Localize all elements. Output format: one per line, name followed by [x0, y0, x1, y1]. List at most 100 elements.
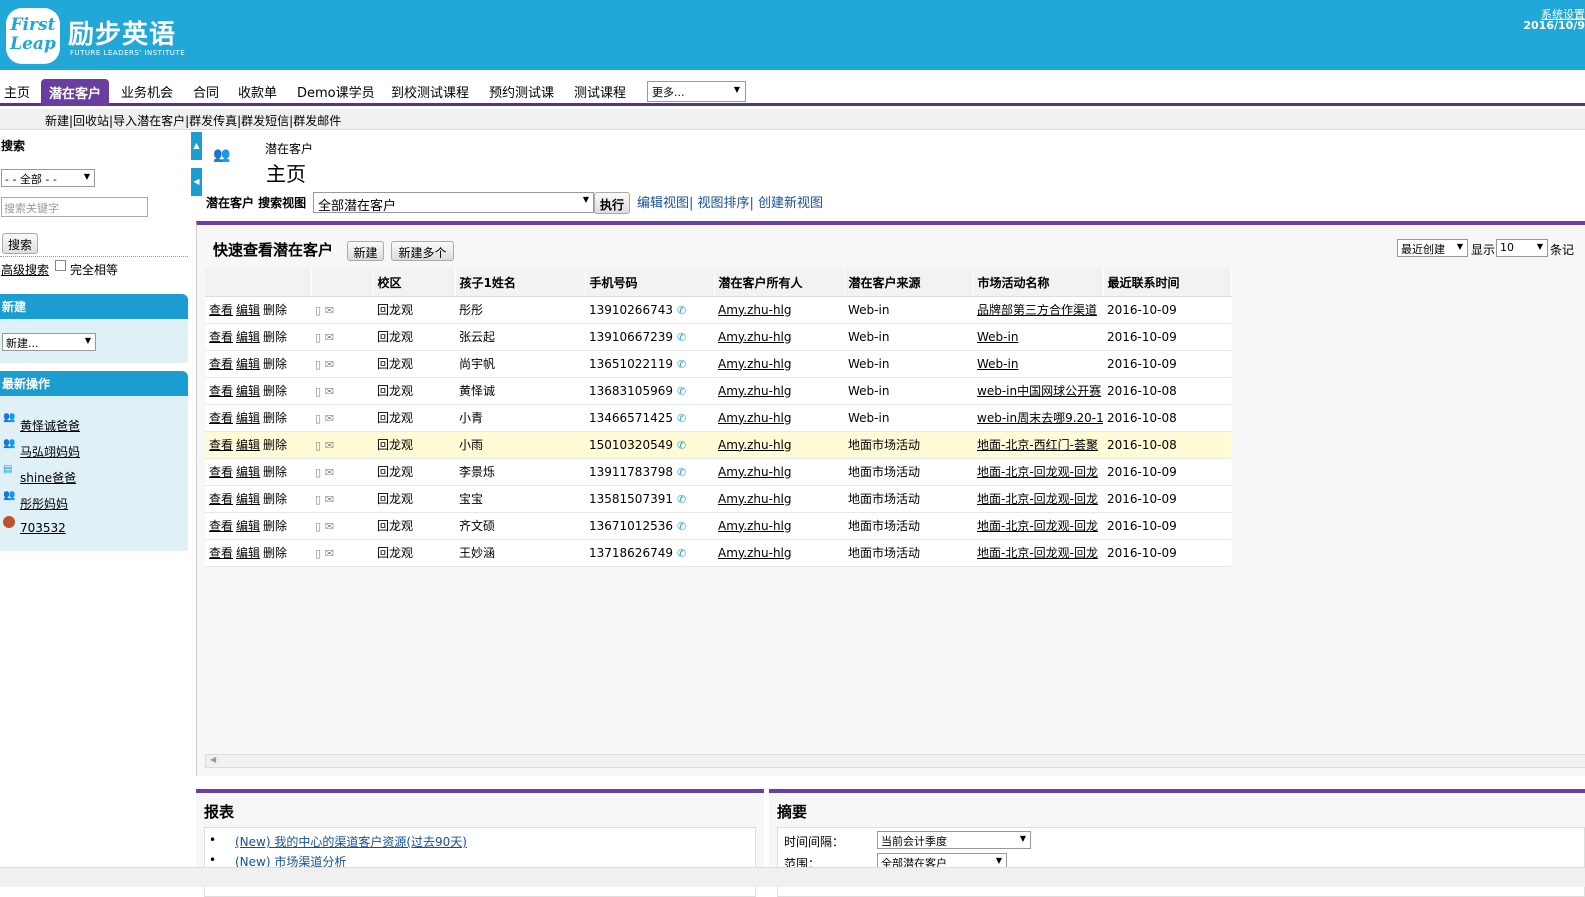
view-link[interactable]: 查看: [209, 465, 233, 479]
sms-icon[interactable]: ▯: [315, 520, 321, 533]
edit-link[interactable]: 编辑: [236, 546, 260, 560]
collapse-up-icon[interactable]: ▲: [191, 132, 202, 160]
email-icon[interactable]: ✉: [325, 358, 334, 371]
more-tabs-select[interactable]: 更多...: [647, 81, 746, 102]
email-icon[interactable]: ✉: [325, 385, 334, 398]
col-campus[interactable]: 校区: [373, 269, 456, 297]
tab-demo-students[interactable]: Demo课学员: [297, 82, 375, 101]
email-icon[interactable]: ✉: [325, 331, 334, 344]
view-link[interactable]: 查看: [209, 411, 233, 425]
sms-icon[interactable]: ▯: [315, 304, 321, 317]
col-source[interactable]: 潜在客户来源: [844, 269, 974, 297]
call-icon[interactable]: ✆: [677, 304, 686, 317]
view-link[interactable]: 查看: [209, 519, 233, 533]
report-link[interactable]: (New) 我的中心的渠道客户资源(过去90天): [235, 833, 467, 850]
campaign-link[interactable]: Web-in: [977, 330, 1018, 344]
table-row[interactable]: 查看 编辑 删除 ▯ ✉ 回龙观 齐文硕 13671012536 ✆ Amy.zhu-hlg 地面…: [205, 512, 1231, 540]
owner-link[interactable]: Amy.zhu-hlg: [718, 303, 792, 317]
execute-button[interactable]: 执行: [594, 192, 630, 214]
subnav-links[interactable]: 新建|回收站|导入潜在客户|群发传真|群发短信|群发邮件: [45, 112, 341, 129]
call-icon[interactable]: ✆: [677, 466, 686, 479]
search-scope-select[interactable]: - - 全部 - -: [1, 169, 95, 187]
edit-link[interactable]: 编辑: [236, 357, 260, 371]
call-icon[interactable]: ✆: [677, 439, 686, 452]
campaign-link[interactable]: web-in周末去哪9.20-1: [977, 411, 1103, 425]
recent-item[interactable]: 黄怿诚爸爸: [20, 417, 80, 434]
view-link[interactable]: 查看: [209, 546, 233, 560]
view-link[interactable]: 查看: [209, 357, 233, 371]
delete-link[interactable]: 删除: [263, 411, 287, 425]
new-multiple-button[interactable]: 新建多个: [391, 241, 454, 261]
sms-icon[interactable]: ▯: [315, 331, 321, 344]
email-icon[interactable]: ✉: [325, 439, 334, 452]
horizontal-scrollbar[interactable]: ◀: [205, 754, 1585, 768]
email-icon[interactable]: ✉: [325, 304, 334, 317]
owner-link[interactable]: Amy.zhu-hlg: [718, 384, 792, 398]
call-icon[interactable]: ✆: [677, 412, 686, 425]
delete-link[interactable]: 删除: [263, 546, 287, 560]
owner-link[interactable]: Amy.zhu-hlg: [718, 438, 792, 452]
view-link[interactable]: 查看: [209, 303, 233, 317]
sms-icon[interactable]: ▯: [315, 466, 321, 479]
delete-link[interactable]: 删除: [263, 519, 287, 533]
tab-school-test-courses[interactable]: 到校测试课程: [391, 82, 469, 101]
edit-link[interactable]: 编辑: [236, 303, 260, 317]
recent-item[interactable]: 703532: [20, 521, 66, 535]
view-link[interactable]: 查看: [209, 384, 233, 398]
call-icon[interactable]: ✆: [677, 493, 686, 506]
page-size-select[interactable]: 10: [1496, 239, 1548, 257]
owner-link[interactable]: Amy.zhu-hlg: [718, 357, 792, 371]
table-row[interactable]: 查看 编辑 删除 ▯ ✉ 回龙观 黄怿诚 13683105969 ✆ Amy.zhu-hlg We…: [205, 377, 1231, 405]
edit-link[interactable]: 编辑: [236, 384, 260, 398]
sms-icon[interactable]: ▯: [315, 493, 321, 506]
advanced-search-link[interactable]: 高级搜索: [1, 261, 49, 278]
delete-link[interactable]: 删除: [263, 384, 287, 398]
sms-icon[interactable]: ▯: [315, 547, 321, 560]
collapse-left-icon[interactable]: ◀: [191, 168, 202, 196]
table-row[interactable]: 查看 编辑 删除 ▯ ✉ 回龙观 宝宝 13581507391 ✆ Amy.zhu-hlg 地面市…: [205, 485, 1231, 513]
campaign-link[interactable]: 地面-北京-回龙观-回龙: [977, 519, 1098, 533]
campaign-link[interactable]: 地面-北京-回龙观-回龙: [977, 546, 1098, 560]
owner-link[interactable]: Amy.zhu-hlg: [718, 411, 792, 425]
campaign-link[interactable]: Web-in: [977, 357, 1018, 371]
delete-link[interactable]: 删除: [263, 465, 287, 479]
campaign-link[interactable]: web-in中国网球公开赛: [977, 384, 1101, 398]
tab-receipts[interactable]: 收款单: [238, 82, 277, 101]
campaign-link[interactable]: 地面-北京-西红门-荟聚: [977, 438, 1098, 452]
new-lead-button[interactable]: 新建: [347, 241, 384, 261]
call-icon[interactable]: ✆: [677, 385, 686, 398]
col-child-name[interactable]: 孩子1姓名: [455, 269, 586, 297]
tab-opportunities[interactable]: 业务机会: [121, 82, 173, 101]
table-row[interactable]: 查看 编辑 删除 ▯ ✉ 回龙观 王妙涵 13718626749 ✆ Amy.zhu-hlg 地面…: [205, 539, 1231, 567]
tab-booked-test-courses[interactable]: 预约测试课: [489, 82, 554, 101]
sms-icon[interactable]: ▯: [315, 358, 321, 371]
edit-link[interactable]: 编辑: [236, 330, 260, 344]
recent-item[interactable]: shine爸爸: [20, 469, 76, 486]
delete-link[interactable]: 删除: [263, 357, 287, 371]
col-phone[interactable]: 手机号码: [585, 269, 715, 297]
delete-link[interactable]: 删除: [263, 330, 287, 344]
col-campaign[interactable]: 市场活动名称: [973, 269, 1104, 297]
sms-icon[interactable]: ▯: [315, 439, 321, 452]
sms-icon[interactable]: ▯: [315, 412, 321, 425]
tab-home[interactable]: 主页: [4, 82, 30, 101]
sort-select[interactable]: 最近创建: [1397, 239, 1468, 257]
exact-match-checkbox[interactable]: [55, 260, 66, 271]
recent-item[interactable]: 彤彤妈妈: [20, 495, 68, 512]
view-select[interactable]: 全部潜在客户: [313, 192, 594, 214]
first-leap-logo[interactable]: First Leap: [6, 8, 60, 64]
delete-link[interactable]: 删除: [263, 303, 287, 317]
search-keyword-input[interactable]: 搜索关键字: [1, 197, 148, 217]
edit-link[interactable]: 编辑: [236, 411, 260, 425]
table-row[interactable]: 查看 编辑 删除 ▯ ✉ 回龙观 张云起 13910667239 ✆ Amy.zhu-hlg We…: [205, 323, 1231, 351]
call-icon[interactable]: ✆: [677, 358, 686, 371]
call-icon[interactable]: ✆: [677, 547, 686, 560]
col-last-contact[interactable]: 最近联系时间: [1103, 269, 1232, 297]
owner-link[interactable]: Amy.zhu-hlg: [718, 330, 792, 344]
edit-link[interactable]: 编辑: [236, 465, 260, 479]
call-icon[interactable]: ✆: [677, 520, 686, 533]
edit-link[interactable]: 编辑: [236, 492, 260, 506]
campaign-link[interactable]: 地面-北京-回龙观-回龙: [977, 465, 1098, 479]
table-row[interactable]: 查看 编辑 删除 ▯ ✉ 回龙观 小青 13466571425 ✆ Amy.zhu-hlg Web…: [205, 404, 1231, 432]
tab-contracts[interactable]: 合同: [193, 82, 219, 101]
